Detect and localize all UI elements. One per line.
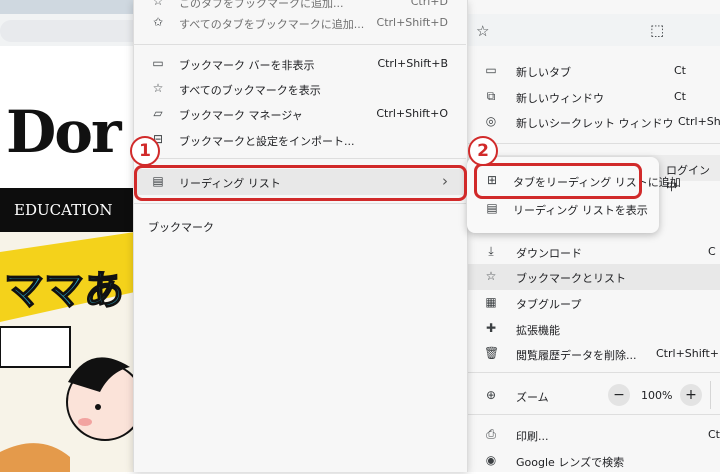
zoom-icon: ⊕ — [485, 388, 497, 402]
menu-google-lens[interactable]: ◉ Google レンズで検索 — [466, 448, 720, 474]
illustration-art: ママあ — [0, 232, 135, 472]
star-multi-icon: ✩ — [152, 15, 164, 29]
puzzle-icon: ✚ — [485, 321, 497, 335]
zoom-in-button[interactable]: + — [680, 384, 702, 406]
star-icon: ☆ — [485, 269, 497, 283]
menu-bookmark-all-tabs[interactable]: ✩ すべてのタブをブックマークに追加... Ctrl+Shift+D — [133, 10, 466, 36]
extensions-icon[interactable]: ⬚ — [650, 21, 664, 39]
menu-bookmark-manager[interactable]: ▱ ブックマーク マネージャ Ctrl+Shift+O — [133, 101, 466, 127]
menu-divider — [466, 143, 720, 144]
new-tab-icon: ▭ — [485, 63, 497, 77]
site-logo: Dor — [6, 98, 122, 166]
annotation-number-2: 2 — [468, 136, 498, 166]
download-icon: ⤓ — [488, 244, 494, 258]
menu-divider — [466, 414, 720, 415]
show-reading-list[interactable]: ▤ リーディング リストを表示 — [467, 196, 659, 222]
zoom-level: 100% — [641, 389, 673, 402]
menu-tab-groups[interactable]: ▦ タブグループ — [466, 290, 720, 316]
trash-icon: 🗑 — [484, 346, 500, 360]
zoom-out-button[interactable]: − — [608, 384, 630, 406]
zoom-divider — [710, 381, 711, 409]
annotation-number-1: 1 — [130, 136, 160, 166]
menu-import-bookmarks[interactable]: ⊟ ブックマークと設定をインポート... — [133, 127, 466, 153]
bookmark-bar-icon: ▭ — [152, 56, 164, 70]
nav-link-education[interactable]: EDUCATION — [14, 201, 112, 219]
menu-new-tab[interactable]: ▭ 新しいタブ Ct — [466, 58, 720, 84]
menu-show-all-bookmarks[interactable]: ☆ すべてのブックマークを表示 — [133, 76, 466, 102]
bookmarks-section-label: ブックマーク — [148, 221, 214, 234]
menu-new-incognito[interactable]: ◎ 新しいシークレット ウィンドウ Ctrl+Shi — [466, 109, 720, 135]
folder-star-icon: ▱ — [153, 106, 163, 120]
illustration-text: ママあ — [4, 268, 124, 314]
reading-list-icon: ▤ — [486, 201, 498, 215]
annotation-box-step1 — [134, 165, 467, 201]
menu-divider — [133, 158, 466, 159]
printer-icon: ⎙ — [486, 427, 496, 441]
right-toolbar-strip — [466, 14, 720, 46]
menu-hide-bookmark-bar[interactable]: ▭ ブックマーク バーを非表示 Ctrl+Shift+B — [133, 51, 466, 77]
menu-divider — [133, 203, 466, 204]
star-plus-icon: ☆ — [152, 0, 164, 8]
menu-extensions[interactable]: ✚ 拡張機能 — [466, 316, 720, 342]
menu-divider — [466, 372, 720, 373]
tab-groups-icon: ▦ — [485, 295, 497, 309]
incognito-icon: ◎ — [485, 114, 497, 128]
menu-divider — [133, 44, 466, 45]
menu-clear-browsing-data[interactable]: 🗑 閲覧履歴データを削除... Ctrl+Shift+De — [466, 341, 720, 367]
menu-print[interactable]: ⎙ 印刷... Ct — [466, 422, 720, 448]
hero-illustration: ママあ — [0, 232, 135, 472]
star-icon: ☆ — [152, 81, 164, 95]
new-window-icon: ⧉ — [486, 89, 496, 103]
menu-downloads[interactable]: ⤓ ダウンロード C — [466, 239, 720, 265]
bookmark-star-icon[interactable]: ☆ — [476, 22, 489, 40]
menu-bookmarks-and-lists[interactable]: ☆ ブックマークとリスト — [466, 264, 720, 290]
menu-new-window[interactable]: ⧉ 新しいウィンドウ Ct — [466, 84, 720, 110]
lens-icon: ◉ — [485, 453, 497, 467]
annotation-box-step2 — [474, 163, 642, 199]
